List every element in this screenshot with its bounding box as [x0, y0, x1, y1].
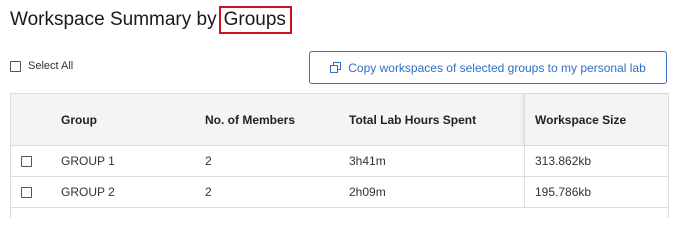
row-checkbox-cell [21, 146, 32, 176]
table-header: Group No. of Members Total Lab Hours Spe… [11, 94, 668, 146]
copy-icon [330, 62, 342, 73]
table-row[interactable]: GROUP 2 2 2h09m 195.786kb [11, 177, 668, 208]
page-title: Workspace Summary by Groups [10, 6, 292, 36]
cell-members: 2 [205, 154, 212, 168]
select-all-checkbox[interactable] [10, 60, 21, 72]
cell-size: 195.786kb [524, 177, 670, 207]
page-title-highlight: Groups [218, 6, 292, 34]
select-all-label: Select All [28, 60, 74, 72]
cell-size: 313.862kb [524, 146, 670, 176]
copy-workspaces-button[interactable]: Copy workspaces of selected groups to my… [309, 51, 667, 84]
row-checkbox[interactable] [21, 186, 32, 198]
cell-hours: 2h09m [349, 185, 386, 199]
cell-hours: 3h41m [349, 154, 386, 168]
page-title-prefix: Workspace Summary by [10, 9, 217, 30]
cell-group: GROUP 1 [61, 154, 115, 168]
cell-group: GROUP 2 [61, 185, 115, 199]
select-all[interactable]: Select All [10, 60, 73, 72]
row-checkbox-cell [21, 177, 32, 207]
workspace-table: Group No. of Members Total Lab Hours Spe… [10, 93, 669, 218]
table-row[interactable]: GROUP 1 2 3h41m 313.862kb [11, 146, 668, 177]
column-header-size[interactable]: Workspace Size [524, 94, 670, 145]
cell-members: 2 [205, 185, 212, 199]
column-header-group[interactable]: Group [61, 94, 97, 145]
copy-workspaces-label: Copy workspaces of selected groups to my… [348, 60, 646, 75]
row-checkbox[interactable] [21, 155, 32, 167]
column-header-hours[interactable]: Total Lab Hours Spent [349, 94, 476, 145]
column-header-members[interactable]: No. of Members [205, 94, 295, 145]
